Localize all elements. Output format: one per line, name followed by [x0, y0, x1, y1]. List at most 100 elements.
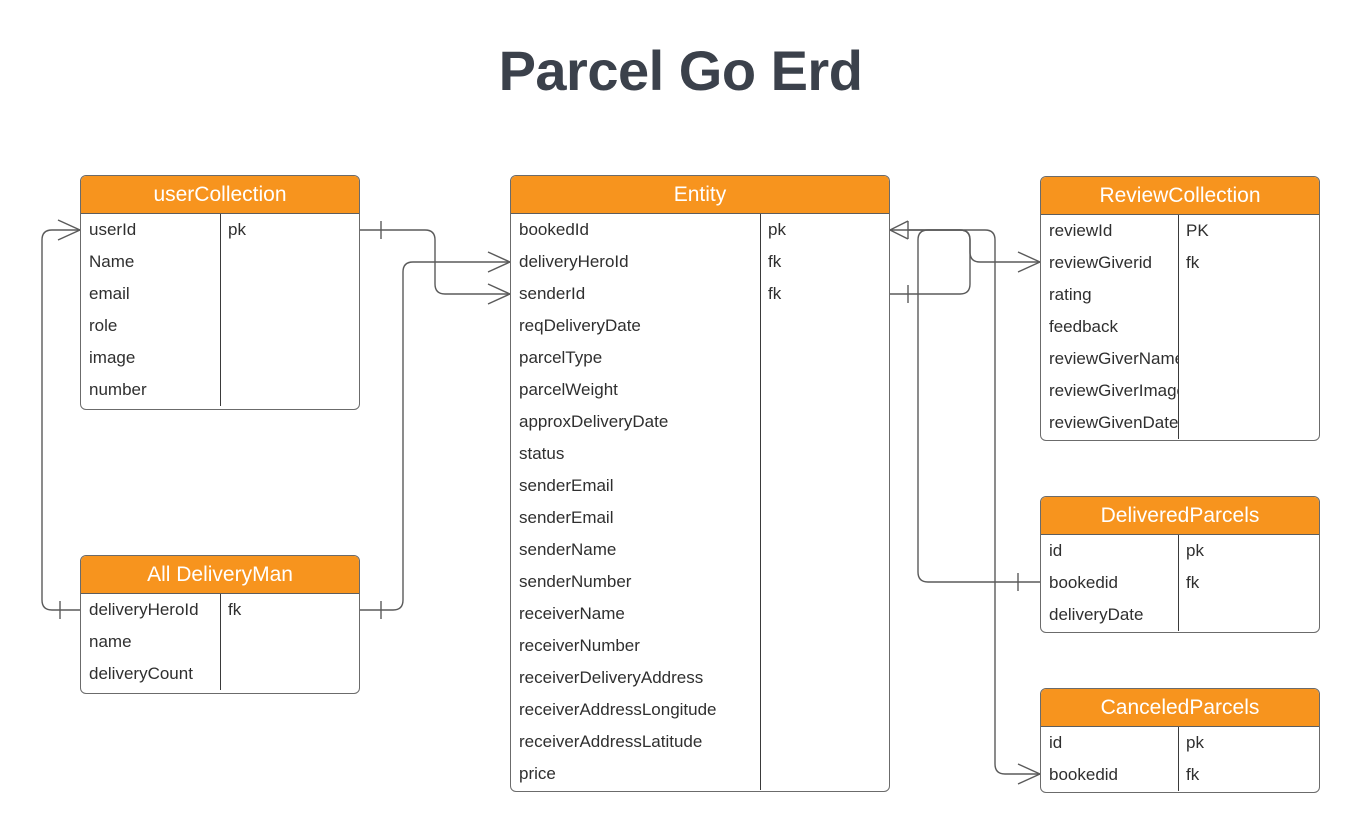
attribute-row[interactable]: id pk — [1041, 535, 1319, 567]
attribute-row[interactable]: id pk — [1041, 727, 1319, 759]
attribute-row[interactable]: reviewGivenDate — [1041, 407, 1319, 439]
attribute-row[interactable]: price — [511, 758, 889, 790]
attribute-key: fk — [1186, 253, 1200, 272]
attribute-name: senderName — [519, 540, 617, 559]
attribute-name: id — [1049, 733, 1063, 752]
attribute-row[interactable]: reviewGiverName — [1041, 343, 1319, 375]
attribute-name: deliveryHeroId — [89, 600, 199, 619]
attribute-name: senderId — [519, 284, 586, 303]
connector-deliveryman-entity — [360, 261, 510, 611]
attribute-name: rating — [1049, 285, 1092, 304]
attribute-row[interactable]: receiverDeliveryAddress — [511, 662, 889, 694]
attribute-name: senderEmail — [519, 476, 614, 495]
attribute-key: pk — [1186, 541, 1204, 560]
entity-reviewcollection-body: reviewId PK reviewGiverid fk rating feed… — [1041, 215, 1319, 439]
attribute-name: userId — [89, 220, 137, 239]
entity-canceledparcels-title: CanceledParcels — [1041, 689, 1319, 727]
attribute-row[interactable]: senderEmail — [511, 470, 889, 502]
attribute-name: name — [89, 632, 132, 651]
attribute-key: fk — [1186, 573, 1200, 592]
entity-canceledparcels-body: id pk bookedid fk — [1041, 727, 1319, 791]
attribute-key: fk — [768, 252, 782, 271]
connector-user-deliveryman — [41, 229, 80, 611]
attribute-name: receiverDeliveryAddress — [519, 668, 704, 687]
entity-entity[interactable]: Entity bookedId pk deliveryHeroId fk sen… — [510, 175, 890, 792]
connector-entity-canceled — [908, 229, 1040, 775]
attribute-name: bookedid — [1049, 573, 1119, 592]
entity-deliveredparcels[interactable]: DeliveredParcels id pk bookedid fk deliv… — [1040, 496, 1320, 633]
attribute-row[interactable]: deliveryHeroId fk — [511, 246, 889, 278]
attribute-key: pk — [228, 220, 246, 239]
connector-entity-delivered — [890, 229, 1040, 583]
attribute-name: receiverAddressLongitude — [519, 700, 717, 719]
attribute-name: parcelType — [519, 348, 603, 367]
attribute-name: role — [89, 316, 118, 335]
entity-canceledparcels[interactable]: CanceledParcels id pk bookedid fk — [1040, 688, 1320, 793]
entity-entity-body: bookedId pk deliveryHeroId fk senderId f… — [511, 214, 889, 790]
attribute-name: reviewGiverid — [1049, 253, 1152, 272]
attribute-name: deliveryHeroId — [519, 252, 629, 271]
attribute-name: senderEmail — [519, 508, 614, 527]
entity-usercollection-title: userCollection — [81, 176, 359, 214]
attribute-row[interactable]: bookedid fk — [1041, 759, 1319, 791]
column-divider — [220, 594, 221, 690]
attribute-row[interactable]: receiverAddressLatitude — [511, 726, 889, 758]
attribute-row[interactable]: status — [511, 438, 889, 470]
attribute-name: price — [519, 764, 556, 783]
attribute-name: parcelWeight — [519, 380, 618, 399]
attribute-row[interactable]: senderName — [511, 534, 889, 566]
entity-alldeliveryman[interactable]: All DeliveryMan deliveryHeroId fk name d… — [80, 555, 360, 694]
attribute-row[interactable]: senderNumber — [511, 566, 889, 598]
attribute-row[interactable]: reviewId PK — [1041, 215, 1319, 247]
attribute-name: bookedId — [519, 220, 589, 239]
attribute-row[interactable]: bookedid fk — [1041, 567, 1319, 599]
entity-alldeliveryman-title: All DeliveryMan — [81, 556, 359, 594]
entity-reviewcollection-title: ReviewCollection — [1041, 177, 1319, 215]
column-divider — [1178, 727, 1179, 791]
entity-usercollection[interactable]: userCollection userId pk Name email role… — [80, 175, 360, 410]
attribute-row[interactable]: bookedId pk — [511, 214, 889, 246]
attribute-name: number — [89, 380, 147, 399]
attribute-row[interactable]: reqDeliveryDate — [511, 310, 889, 342]
entity-deliveredparcels-body: id pk bookedid fk deliveryDate — [1041, 535, 1319, 631]
attribute-row[interactable]: senderEmail — [511, 502, 889, 534]
attribute-row[interactable]: reviewGiverImage — [1041, 375, 1319, 407]
attribute-key: pk — [768, 220, 786, 239]
attribute-row[interactable]: parcelType — [511, 342, 889, 374]
connector-entity-review — [890, 229, 1040, 263]
attribute-name: bookedid — [1049, 765, 1119, 784]
attribute-key: PK — [1186, 221, 1209, 240]
attribute-name: status — [519, 444, 565, 463]
attribute-name: deliveryCount — [89, 664, 193, 683]
attribute-row[interactable]: parcelWeight — [511, 374, 889, 406]
attribute-name: reviewId — [1049, 221, 1113, 240]
attribute-key: fk — [1186, 765, 1200, 784]
attribute-name: reqDeliveryDate — [519, 316, 641, 335]
attribute-row[interactable]: receiverNumber — [511, 630, 889, 662]
attribute-row[interactable]: receiverAddressLongitude — [511, 694, 889, 726]
attribute-name: approxDeliveryDate — [519, 412, 669, 431]
column-divider — [1178, 535, 1179, 631]
attribute-row[interactable]: senderId fk — [511, 278, 889, 310]
erd-canvas: Parcel Go Erd userCollection userId pk N… — [0, 0, 1361, 832]
attribute-row[interactable]: feedback — [1041, 311, 1319, 343]
entity-alldeliveryman-body: deliveryHeroId fk name deliveryCount — [81, 594, 359, 690]
attribute-name: receiverNumber — [519, 636, 640, 655]
entity-reviewcollection[interactable]: ReviewCollection reviewId PK reviewGiver… — [1040, 176, 1320, 441]
attribute-key: fk — [768, 284, 782, 303]
attribute-row[interactable]: reviewGiverid fk — [1041, 247, 1319, 279]
entity-usercollection-body: userId pk Name email role image number — [81, 214, 359, 406]
attribute-name: Name — [89, 252, 135, 271]
column-divider — [1178, 215, 1179, 439]
attribute-row[interactable]: approxDeliveryDate — [511, 406, 889, 438]
attribute-row[interactable]: rating — [1041, 279, 1319, 311]
attribute-name: senderNumber — [519, 572, 632, 591]
attribute-name: deliveryDate — [1049, 605, 1144, 624]
attribute-name: reviewGivenDate — [1049, 413, 1178, 432]
attribute-key: pk — [1186, 733, 1204, 752]
entity-entity-title: Entity — [511, 176, 889, 214]
attribute-row[interactable]: receiverName — [511, 598, 889, 630]
attribute-name: feedback — [1049, 317, 1118, 336]
attribute-key: fk — [228, 600, 242, 619]
attribute-row[interactable]: deliveryDate — [1041, 599, 1319, 631]
